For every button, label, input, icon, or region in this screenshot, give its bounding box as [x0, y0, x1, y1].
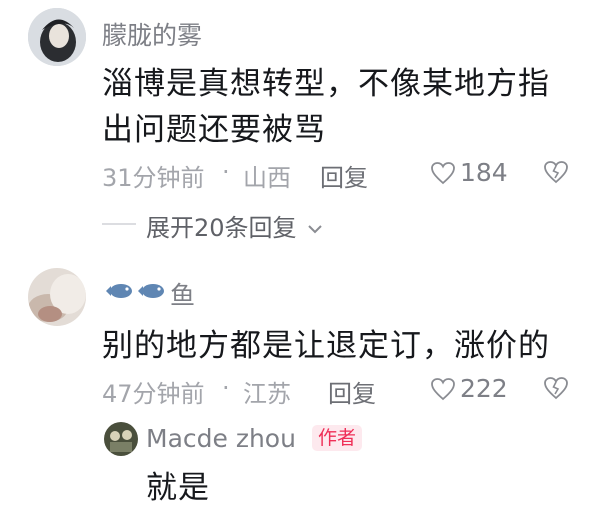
comment-location: 山西 — [243, 164, 291, 192]
heart-outline-icon — [430, 161, 456, 185]
reply-button[interactable]: 回复 — [328, 374, 376, 409]
broken-heart-icon — [543, 376, 569, 400]
avatar[interactable] — [104, 422, 138, 456]
expand-replies-button[interactable]: 展开20条回复 — [146, 208, 323, 243]
meta-separator: · — [222, 374, 230, 402]
fish-icon — [104, 282, 134, 300]
expand-divider — [102, 223, 136, 225]
username[interactable]: Macde zhou — [146, 424, 296, 453]
username[interactable]: 朦胧的雾 — [102, 16, 202, 52]
fish-icon — [136, 282, 166, 300]
broken-heart-icon — [543, 160, 569, 184]
username-text: 鱼 — [170, 281, 196, 310]
like-count: 184 — [460, 158, 508, 187]
username[interactable]: 鱼 — [104, 276, 224, 310]
meta-separator: · — [222, 158, 230, 186]
comment-time: 31分钟前 — [102, 164, 205, 192]
comment-time: 47分钟前 — [102, 380, 205, 408]
reply-button[interactable]: 回复 — [320, 158, 368, 193]
dislike-button[interactable] — [543, 376, 569, 400]
dislike-button[interactable] — [543, 160, 569, 184]
comment-text: 淄博是真想转型，不像某地方指 — [102, 66, 550, 102]
chevron-down-icon — [307, 223, 323, 235]
avatar[interactable] — [28, 268, 86, 326]
like-button[interactable]: 184 — [430, 158, 540, 188]
comment-text: 出问题还要被骂 — [102, 112, 326, 148]
comment-text: 别的地方都是让退定订，涨价的 — [102, 328, 550, 364]
like-button[interactable]: 222 — [430, 374, 540, 404]
like-count: 222 — [460, 374, 508, 403]
expand-replies-label: 展开20条回复 — [146, 214, 297, 242]
author-badge: 作者 — [312, 425, 363, 451]
reply-text: 就是 — [146, 470, 210, 506]
comment-location: 江苏 — [243, 380, 291, 408]
avatar[interactable] — [28, 8, 86, 66]
heart-outline-icon — [430, 377, 456, 401]
